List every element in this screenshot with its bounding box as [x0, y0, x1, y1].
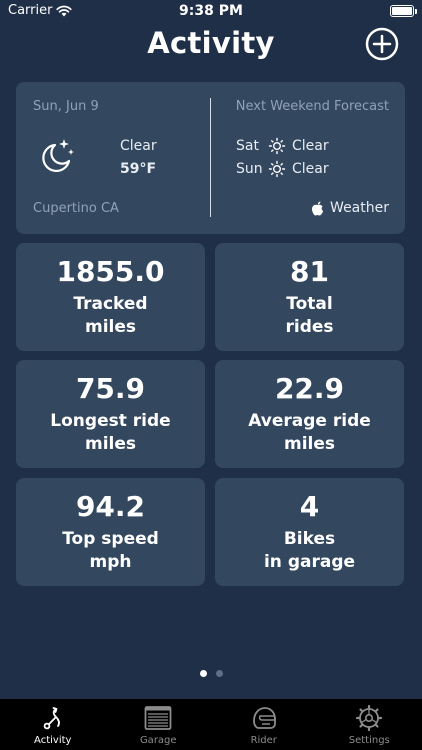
stat-value: 1855.0 [56, 255, 165, 288]
stat-card-top-speed[interactable]: 94.2 Top speed mph [16, 478, 205, 586]
add-ride-button[interactable] [365, 27, 399, 61]
tab-label: Settings [348, 735, 390, 746]
forecast-day: Sat [236, 138, 259, 154]
page-indicator[interactable] [0, 670, 422, 677]
current-temperature: 59°F [120, 161, 157, 177]
stat-card-tracked-miles[interactable]: 1855.0 Tracked miles [16, 243, 205, 351]
helmet-icon [252, 707, 276, 729]
page-dot[interactable] [199, 670, 207, 677]
garage-icon [144, 706, 172, 730]
route-icon [43, 707, 60, 730]
stat-label: Longest ride miles [50, 411, 171, 454]
stat-value: 75.9 [75, 372, 146, 405]
status-time: 9:38 PM [179, 3, 243, 19]
tab-garage[interactable]: Garage [106, 699, 212, 750]
tab-settings[interactable]: Settings [317, 699, 422, 750]
forecast-condition: Clear [292, 138, 329, 154]
weather-provider: Weather [330, 200, 389, 216]
forecast-row: Sun Clear [236, 160, 329, 178]
stat-value: 94.2 [75, 490, 146, 523]
battery-icon [390, 5, 417, 17]
sun-icon [268, 160, 286, 178]
page-title: Activity [147, 26, 275, 60]
forecast-row: Sat Clear [236, 137, 329, 155]
sun-icon [268, 137, 286, 155]
tab-activity[interactable]: Activity [0, 699, 106, 750]
forecast-day: Sun [236, 161, 263, 177]
tab-rider[interactable]: Rider [211, 699, 317, 750]
stat-card-total-rides[interactable]: 81 Total rides [215, 243, 404, 351]
weather-card[interactable]: Sun, Jun 9 Clear 59°F Cupertino CA Next … [16, 82, 405, 234]
stat-value: 4 [299, 490, 320, 523]
apple-logo-icon [312, 201, 324, 215]
weather-date: Sun, Jun 9 [33, 99, 99, 114]
moon-stars-icon [42, 139, 74, 173]
weather-divider [210, 98, 211, 217]
stat-card-bikes-in-garage[interactable]: 4 Bikes in garage [215, 478, 404, 586]
current-condition: Clear [120, 138, 157, 154]
page-dot[interactable] [215, 670, 223, 677]
tab-label: Activity [34, 735, 72, 746]
stat-value: 81 [290, 255, 329, 288]
forecast-title: Next Weekend Forecast [235, 99, 389, 114]
stat-label: Average ride miles [248, 411, 371, 454]
stat-value: 22.9 [274, 372, 345, 405]
weather-attribution[interactable]: Weather [311, 200, 389, 216]
forecast-condition: Clear [292, 161, 329, 177]
stat-label: Tracked miles [73, 294, 148, 337]
stat-card-average-ride[interactable]: 22.9 Average ride miles [215, 360, 404, 468]
gear-icon [356, 704, 383, 732]
stat-label: Total rides [285, 294, 334, 337]
tab-bar: Activity Garage Rider Settings [0, 699, 422, 750]
tab-label: Garage [139, 735, 177, 746]
stat-label: Top speed mph [62, 529, 159, 572]
stat-card-longest-ride[interactable]: 75.9 Longest ride miles [16, 360, 205, 468]
status-bar: Carrier 9:38 PM [0, 0, 422, 24]
tab-label: Rider [250, 735, 277, 746]
stat-label: Bikes in garage [263, 529, 356, 572]
weather-location: Cupertino CA [33, 201, 119, 216]
